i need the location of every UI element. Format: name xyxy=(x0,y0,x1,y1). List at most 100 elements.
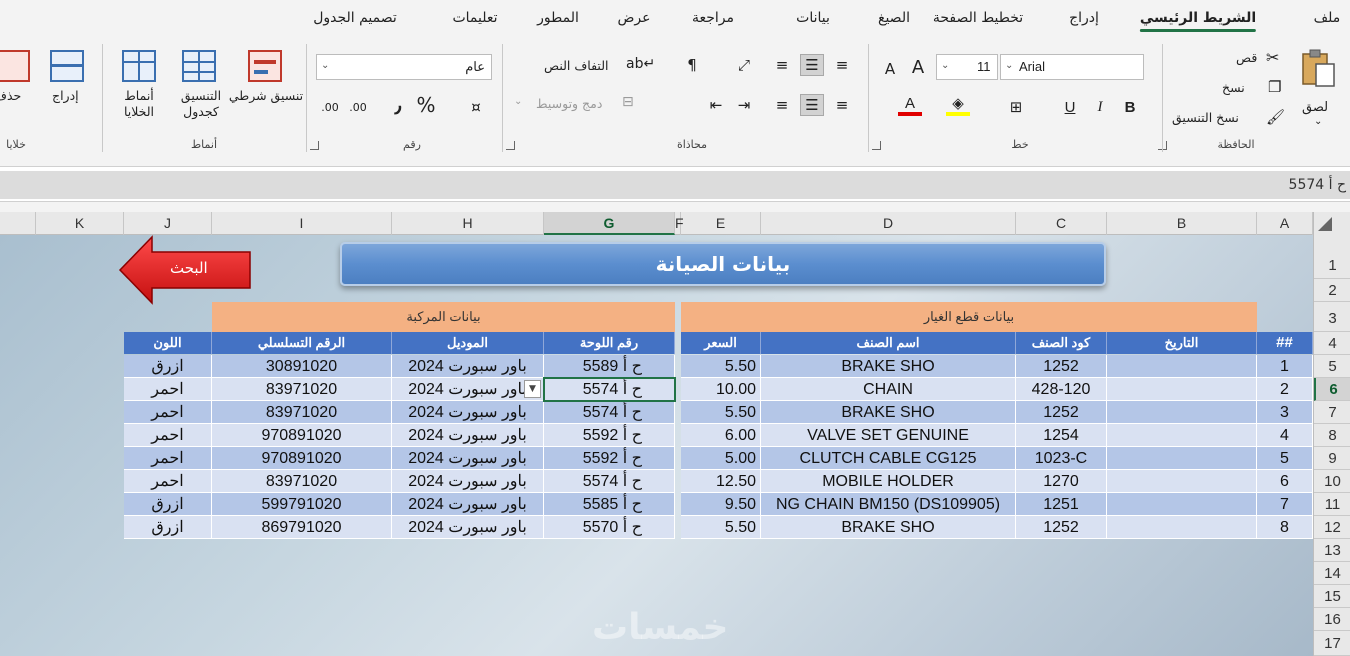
row-header-9[interactable]: 9 xyxy=(1314,447,1350,470)
cell-model[interactable]: باور سبورت 2024 xyxy=(392,424,544,447)
cell-date[interactable] xyxy=(1107,401,1257,424)
number-format-select[interactable]: ⌄ عام xyxy=(316,54,492,80)
cell-price[interactable]: 9.50 xyxy=(681,493,761,516)
cell-item-name[interactable]: VALVE SET GENUINE xyxy=(761,424,1016,447)
cell-date[interactable] xyxy=(1107,355,1257,378)
cell-serial-number[interactable]: 970891020 xyxy=(212,447,392,470)
percent-button[interactable]: % xyxy=(414,93,438,117)
comma-button[interactable]: ٫ xyxy=(386,93,410,117)
cell-color[interactable]: ازرق xyxy=(124,355,212,378)
tab-0[interactable]: ملف xyxy=(1314,10,1341,26)
row-header-1[interactable]: 1 xyxy=(1314,235,1350,279)
orientation-icon[interactable]: ⤢ xyxy=(732,54,756,76)
cell-model[interactable]: باور سبورت 2024 xyxy=(392,493,544,516)
cell-dropdown-button[interactable]: ▼ xyxy=(524,380,541,398)
decrease-decimal-button[interactable]: .00 xyxy=(318,96,342,118)
font-launcher-icon[interactable] xyxy=(872,141,881,150)
cell-item-code[interactable]: 1252 xyxy=(1016,355,1107,378)
cell-item-name[interactable]: BRAKE SHO xyxy=(761,401,1016,424)
font-color-icon[interactable]: A xyxy=(898,94,922,116)
italic-button[interactable]: I xyxy=(1088,96,1112,118)
tab-3[interactable]: تخطيط الصفحة xyxy=(933,10,1023,26)
cell-number[interactable]: 2 xyxy=(1257,378,1313,401)
cell-number[interactable]: 3 xyxy=(1257,401,1313,424)
cell-plate-number[interactable]: ح أ 5574 xyxy=(544,470,675,493)
row-header-4[interactable]: 4 xyxy=(1314,332,1350,355)
row-header-14[interactable]: 14 xyxy=(1314,562,1350,585)
column-header-J[interactable]: J xyxy=(124,212,212,235)
tab-9[interactable]: تعليمات xyxy=(452,10,497,26)
number-launcher-icon[interactable] xyxy=(310,141,319,150)
bold-button[interactable]: B xyxy=(1118,96,1142,118)
column-header-A[interactable]: A xyxy=(1257,212,1313,235)
column-header-H[interactable]: H xyxy=(392,212,544,235)
cell-number[interactable]: 7 xyxy=(1257,493,1313,516)
row-header-6[interactable]: 6 xyxy=(1314,378,1350,401)
cell-item-code[interactable]: 1023-C xyxy=(1016,447,1107,470)
tab-2[interactable]: إدراج xyxy=(1069,10,1099,26)
cell-item-code[interactable]: 1252 xyxy=(1016,401,1107,424)
column-header-D[interactable]: D xyxy=(761,212,1016,235)
cell-item-code[interactable]: 1254 xyxy=(1016,424,1107,447)
format-painter-button[interactable]: نسخ التنسيق 🖌 xyxy=(1172,108,1288,128)
cell-item-code[interactable]: 1251 xyxy=(1016,493,1107,516)
row-header-5[interactable]: 5 xyxy=(1314,355,1350,378)
cell-color[interactable]: ازرق xyxy=(124,516,212,539)
cell-item-name[interactable]: NG CHAIN BM150 (DS109905) xyxy=(761,493,1016,516)
cell-serial-number[interactable]: 30891020 xyxy=(212,355,392,378)
font-size-select[interactable]: ⌄ 11 xyxy=(936,54,998,80)
tab-10[interactable]: تصميم الجدول xyxy=(313,10,397,26)
paste-button[interactable]: لصق ⌄ xyxy=(1296,48,1342,128)
column-header-I[interactable]: I xyxy=(212,212,392,235)
align-right-button[interactable]: ≡ xyxy=(830,94,854,116)
tab-8[interactable]: المطور xyxy=(537,10,579,26)
cell-item-name[interactable]: CHAIN xyxy=(761,378,1016,401)
row-header-10[interactable]: 10 xyxy=(1314,470,1350,493)
align-middle-button[interactable]: ☰ xyxy=(800,54,824,76)
column-header-K[interactable]: K xyxy=(36,212,124,235)
tab-5[interactable]: بيانات xyxy=(796,10,830,26)
outdent-icon[interactable]: ⇤ xyxy=(704,94,728,116)
column-header-B[interactable]: B xyxy=(1107,212,1257,235)
cell-model[interactable]: باور سبورت 2024 xyxy=(392,401,544,424)
row-header-8[interactable]: 8 xyxy=(1314,424,1350,447)
cell-serial-number[interactable]: 83971020 xyxy=(212,401,392,424)
cell-styles-button[interactable]: أنماط الخلايا xyxy=(110,48,168,128)
tab-1[interactable]: الشريط الرئيسي xyxy=(1139,10,1257,32)
cell-date[interactable] xyxy=(1107,378,1257,401)
row-header-11[interactable]: 11 xyxy=(1314,493,1350,516)
cell-model[interactable]: باور سبورت 2024 xyxy=(392,355,544,378)
cell-model[interactable]: باور سبورت 2024 xyxy=(392,470,544,493)
cell-color[interactable]: احمر xyxy=(124,447,212,470)
cell-model[interactable]: باور سبورت 2024 xyxy=(392,378,544,401)
cell-date[interactable] xyxy=(1107,493,1257,516)
cell-price[interactable]: 10.00 xyxy=(681,378,761,401)
fill-color-icon[interactable]: ◈ xyxy=(946,94,970,116)
font-name-select[interactable]: ⌄ Arial xyxy=(1000,54,1144,80)
row-header-13[interactable]: 13 xyxy=(1314,539,1350,562)
formula-input[interactable] xyxy=(0,171,1350,199)
cell-plate-number[interactable]: ح أ 5574 xyxy=(544,401,675,424)
cell-plate-number[interactable]: ح أ 5589 xyxy=(544,355,675,378)
tab-6[interactable]: مراجعة xyxy=(692,10,734,26)
cell-item-name[interactable]: CLUTCH CABLE CG125 xyxy=(761,447,1016,470)
cell-color[interactable]: احمر xyxy=(124,378,212,401)
cell-plate-number[interactable]: ح أ 5592 xyxy=(544,447,675,470)
row-header-16[interactable]: 16 xyxy=(1314,608,1350,631)
cell-number[interactable]: 4 xyxy=(1257,424,1313,447)
row-header-2[interactable]: 2 xyxy=(1314,279,1350,302)
shrink-font-button[interactable]: A xyxy=(878,58,902,80)
cell-item-name[interactable]: BRAKE SHO xyxy=(761,355,1016,378)
column-header-F[interactable]: F xyxy=(675,212,684,235)
cell-number[interactable]: 5 xyxy=(1257,447,1313,470)
grow-font-button[interactable]: A xyxy=(906,56,930,78)
column-header-G[interactable]: G xyxy=(544,212,675,235)
cell-serial-number[interactable]: 599791020 xyxy=(212,493,392,516)
alignment-launcher-icon[interactable] xyxy=(506,141,515,150)
underline-button[interactable]: U xyxy=(1058,96,1082,118)
cell-item-name[interactable]: MOBILE HOLDER xyxy=(761,470,1016,493)
copy-button[interactable]: نسخ ❐ xyxy=(1210,78,1288,98)
cell-color[interactable]: ازرق xyxy=(124,493,212,516)
cell-number[interactable]: 1 xyxy=(1257,355,1313,378)
column-header-offscreen[interactable] xyxy=(0,212,36,235)
